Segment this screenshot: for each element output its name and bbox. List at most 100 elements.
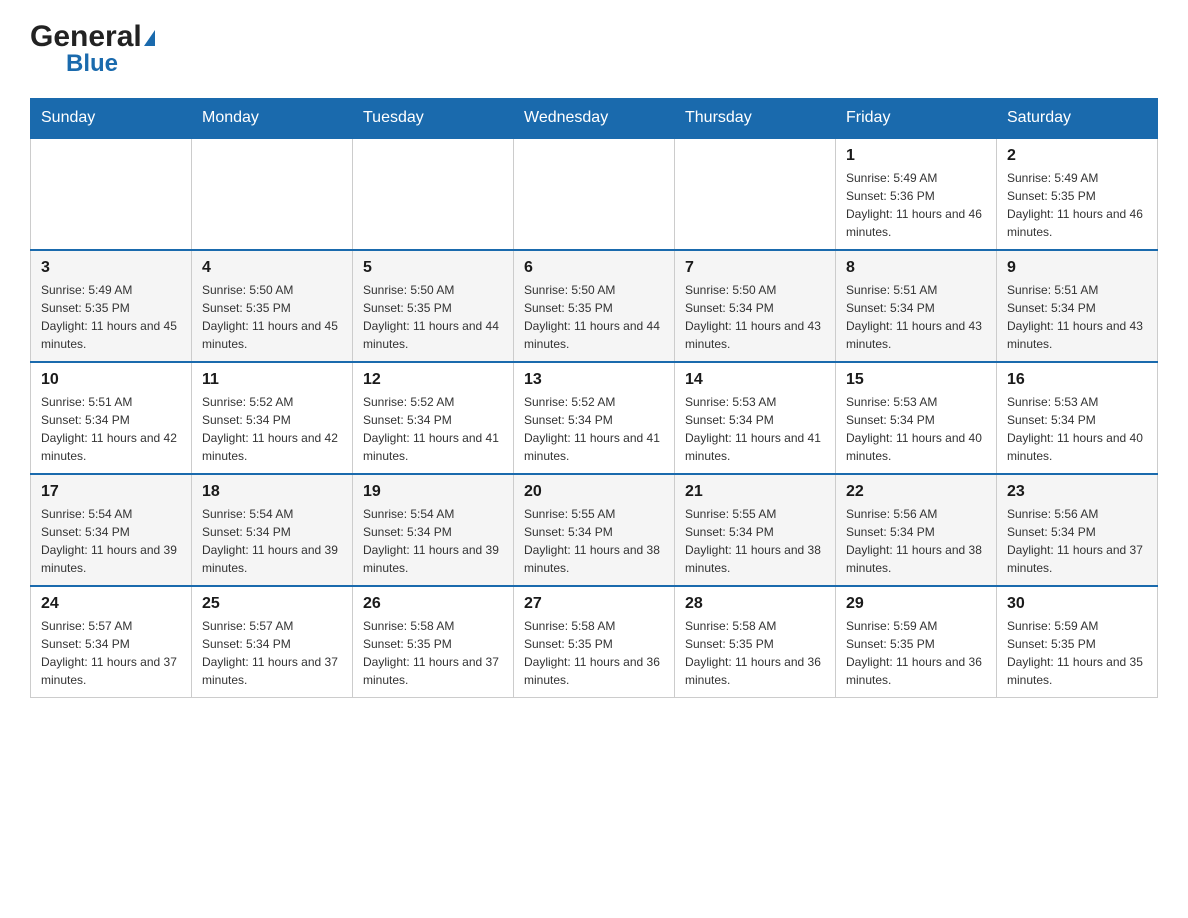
day-number: 16 xyxy=(1007,371,1147,389)
day-number: 25 xyxy=(202,595,342,613)
day-number: 14 xyxy=(685,371,825,389)
page-header: General Blue xyxy=(30,20,1158,78)
calendar-day-cell: 3 Sunrise: 5:49 AMSunset: 5:35 PMDaylight… xyxy=(31,250,192,362)
day-number: 4 xyxy=(202,259,342,277)
day-number: 21 xyxy=(685,483,825,501)
day-number: 22 xyxy=(846,483,986,501)
day-number: 8 xyxy=(846,259,986,277)
day-info: Sunrise: 5:56 AMSunset: 5:34 PMDaylight:… xyxy=(846,505,986,577)
day-info: Sunrise: 5:57 AMSunset: 5:34 PMDaylight:… xyxy=(202,617,342,689)
day-number: 10 xyxy=(41,371,181,389)
calendar-day-cell: 22 Sunrise: 5:56 AMSunset: 5:34 PMDayligh… xyxy=(836,474,997,586)
day-number: 5 xyxy=(363,259,503,277)
day-number: 2 xyxy=(1007,147,1147,165)
col-sunday: Sunday xyxy=(31,99,192,139)
day-number: 1 xyxy=(846,147,986,165)
calendar-day-cell: 23 Sunrise: 5:56 AMSunset: 5:34 PMDayligh… xyxy=(997,474,1158,586)
day-info: Sunrise: 5:54 AMSunset: 5:34 PMDaylight:… xyxy=(41,505,181,577)
calendar-day-cell: 18 Sunrise: 5:54 AMSunset: 5:34 PMDayligh… xyxy=(192,474,353,586)
day-number: 26 xyxy=(363,595,503,613)
day-number: 19 xyxy=(363,483,503,501)
calendar-day-cell: 1Sunrise: 5:49 AMSunset: 5:36 PMDaylight… xyxy=(836,138,997,250)
calendar-day-cell: 8 Sunrise: 5:51 AMSunset: 5:34 PMDaylight… xyxy=(836,250,997,362)
day-number: 3 xyxy=(41,259,181,277)
calendar-day-cell: 2Sunrise: 5:49 AMSunset: 5:35 PMDaylight… xyxy=(997,138,1158,250)
calendar-day-cell: 25 Sunrise: 5:57 AMSunset: 5:34 PMDayligh… xyxy=(192,586,353,698)
day-info: Sunrise: 5:58 AMSunset: 5:35 PMDaylight:… xyxy=(685,617,825,689)
day-info: Sunrise: 5:51 AMSunset: 5:34 PMDaylight:… xyxy=(41,393,181,465)
day-info: Sunrise: 5:53 AMSunset: 5:34 PMDaylight:… xyxy=(685,393,825,465)
day-number: 7 xyxy=(685,259,825,277)
col-friday: Friday xyxy=(836,99,997,139)
calendar-day-cell: 15 Sunrise: 5:53 AMSunset: 5:34 PMDayligh… xyxy=(836,362,997,474)
day-info: Sunrise: 5:53 AMSunset: 5:34 PMDaylight:… xyxy=(1007,393,1147,465)
col-tuesday: Tuesday xyxy=(353,99,514,139)
calendar-day-cell: 12Sunrise: 5:52 AMSunset: 5:34 PMDayligh… xyxy=(353,362,514,474)
day-number: 30 xyxy=(1007,595,1147,613)
calendar-day-cell: 16 Sunrise: 5:53 AMSunset: 5:34 PMDayligh… xyxy=(997,362,1158,474)
day-number: 20 xyxy=(524,483,664,501)
day-info: Sunrise: 5:50 AMSunset: 5:35 PMDaylight:… xyxy=(363,281,503,353)
day-info: Sunrise: 5:50 AMSunset: 5:35 PMDaylight:… xyxy=(524,281,664,353)
day-info: Sunrise: 5:50 AMSunset: 5:35 PMDaylight:… xyxy=(202,281,342,353)
calendar-day-cell: 30 Sunrise: 5:59 AMSunset: 5:35 PMDayligh… xyxy=(997,586,1158,698)
day-info: Sunrise: 5:57 AMSunset: 5:34 PMDaylight:… xyxy=(41,617,181,689)
day-info: Sunrise: 5:55 AMSunset: 5:34 PMDaylight:… xyxy=(685,505,825,577)
day-info: Sunrise: 5:50 AMSunset: 5:34 PMDaylight:… xyxy=(685,281,825,353)
day-number: 18 xyxy=(202,483,342,501)
day-number: 29 xyxy=(846,595,986,613)
calendar-day-cell: 14 Sunrise: 5:53 AMSunset: 5:34 PMDayligh… xyxy=(675,362,836,474)
col-thursday: Thursday xyxy=(675,99,836,139)
day-info: Sunrise: 5:53 AMSunset: 5:34 PMDaylight:… xyxy=(846,393,986,465)
calendar-day-cell: 10 Sunrise: 5:51 AMSunset: 5:34 PMDayligh… xyxy=(31,362,192,474)
calendar-day-cell: 19 Sunrise: 5:54 AMSunset: 5:34 PMDayligh… xyxy=(353,474,514,586)
day-number: 17 xyxy=(41,483,181,501)
day-info: Sunrise: 5:52 AMSunset: 5:34 PMDaylight:… xyxy=(524,393,664,465)
day-info: Sunrise: 5:51 AMSunset: 5:34 PMDaylight:… xyxy=(1007,281,1147,353)
calendar-day-cell: 6 Sunrise: 5:50 AMSunset: 5:35 PMDaylight… xyxy=(514,250,675,362)
calendar-day-cell xyxy=(675,138,836,250)
calendar-day-cell: 9Sunrise: 5:51 AMSunset: 5:34 PMDaylight… xyxy=(997,250,1158,362)
calendar-day-cell: 13 Sunrise: 5:52 AMSunset: 5:34 PMDayligh… xyxy=(514,362,675,474)
day-info: Sunrise: 5:56 AMSunset: 5:34 PMDaylight:… xyxy=(1007,505,1147,577)
calendar-day-cell: 20 Sunrise: 5:55 AMSunset: 5:34 PMDayligh… xyxy=(514,474,675,586)
day-number: 11 xyxy=(202,371,342,389)
calendar-week-row: 3 Sunrise: 5:49 AMSunset: 5:35 PMDaylight… xyxy=(31,250,1158,362)
day-info: Sunrise: 5:58 AMSunset: 5:35 PMDaylight:… xyxy=(363,617,503,689)
calendar-header-row: Sunday Monday Tuesday Wednesday Thursday… xyxy=(31,99,1158,139)
calendar-table: Sunday Monday Tuesday Wednesday Thursday… xyxy=(30,98,1158,698)
calendar-day-cell xyxy=(353,138,514,250)
calendar-day-cell: 26 Sunrise: 5:58 AMSunset: 5:35 PMDayligh… xyxy=(353,586,514,698)
day-number: 13 xyxy=(524,371,664,389)
day-info: Sunrise: 5:49 AMSunset: 5:35 PMDaylight:… xyxy=(41,281,181,353)
day-info: Sunrise: 5:59 AMSunset: 5:35 PMDaylight:… xyxy=(1007,617,1147,689)
col-monday: Monday xyxy=(192,99,353,139)
day-info: Sunrise: 5:51 AMSunset: 5:34 PMDaylight:… xyxy=(846,281,986,353)
calendar-day-cell: 4 Sunrise: 5:50 AMSunset: 5:35 PMDaylight… xyxy=(192,250,353,362)
calendar-day-cell xyxy=(31,138,192,250)
day-number: 15 xyxy=(846,371,986,389)
calendar-week-row: 24 Sunrise: 5:57 AMSunset: 5:34 PMDayligh… xyxy=(31,586,1158,698)
day-info: Sunrise: 5:54 AMSunset: 5:34 PMDaylight:… xyxy=(363,505,503,577)
calendar-day-cell xyxy=(192,138,353,250)
calendar-week-row: 17 Sunrise: 5:54 AMSunset: 5:34 PMDayligh… xyxy=(31,474,1158,586)
day-info: Sunrise: 5:59 AMSunset: 5:35 PMDaylight:… xyxy=(846,617,986,689)
day-info: Sunrise: 5:54 AMSunset: 5:34 PMDaylight:… xyxy=(202,505,342,577)
logo-general-text: General xyxy=(30,20,142,54)
calendar-day-cell: 17 Sunrise: 5:54 AMSunset: 5:34 PMDayligh… xyxy=(31,474,192,586)
day-info: Sunrise: 5:58 AMSunset: 5:35 PMDaylight:… xyxy=(524,617,664,689)
logo: General Blue xyxy=(30,20,155,78)
calendar-week-row: 1Sunrise: 5:49 AMSunset: 5:36 PMDaylight… xyxy=(31,138,1158,250)
calendar-day-cell: 28 Sunrise: 5:58 AMSunset: 5:35 PMDayligh… xyxy=(675,586,836,698)
day-number: 27 xyxy=(524,595,664,613)
day-number: 24 xyxy=(41,595,181,613)
day-number: 28 xyxy=(685,595,825,613)
col-saturday: Saturday xyxy=(997,99,1158,139)
day-number: 23 xyxy=(1007,483,1147,501)
calendar-day-cell xyxy=(514,138,675,250)
day-number: 6 xyxy=(524,259,664,277)
calendar-day-cell: 29 Sunrise: 5:59 AMSunset: 5:35 PMDayligh… xyxy=(836,586,997,698)
day-info: Sunrise: 5:55 AMSunset: 5:34 PMDaylight:… xyxy=(524,505,664,577)
logo-arrow-icon xyxy=(144,30,155,46)
calendar-day-cell: 21 Sunrise: 5:55 AMSunset: 5:34 PMDayligh… xyxy=(675,474,836,586)
